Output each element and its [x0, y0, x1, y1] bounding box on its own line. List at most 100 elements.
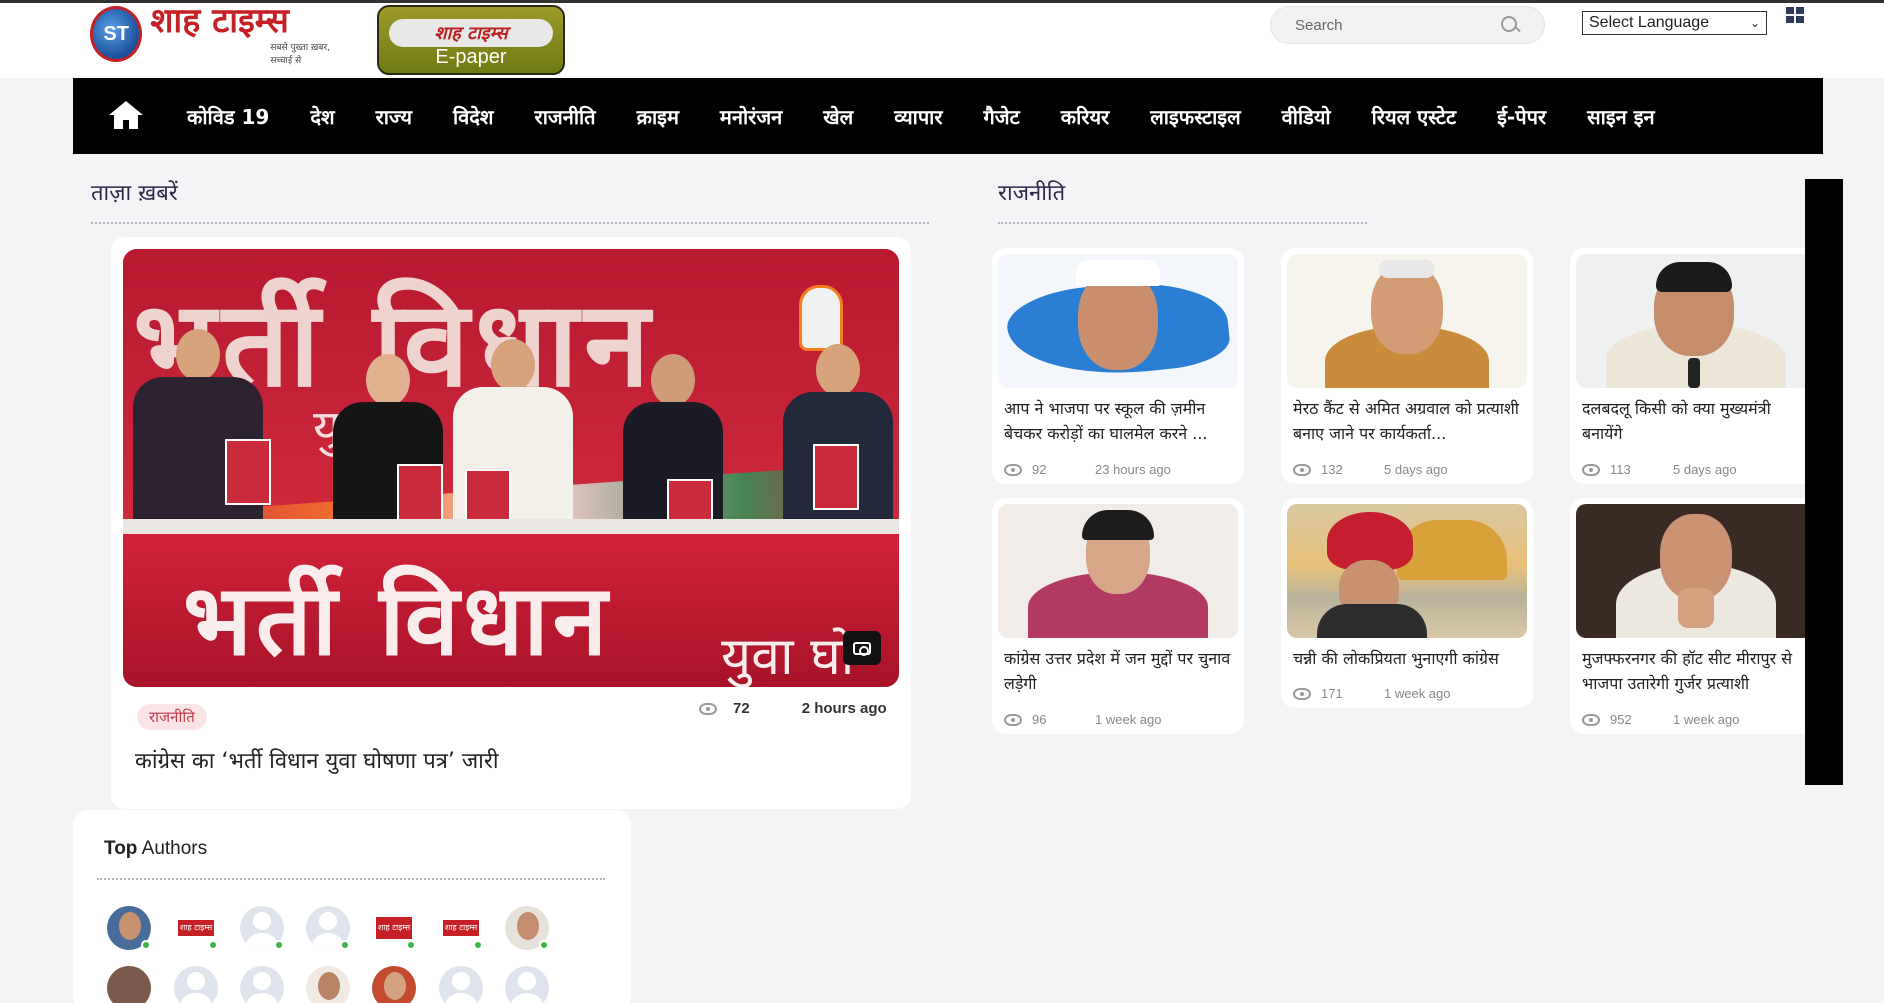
politics-card-meta: 96 1 week ago [1004, 712, 1162, 727]
politics-card[interactable]: मुजफ्फरनगर की हॉट सीट मीरापुर से भाजपा उ… [1570, 498, 1822, 734]
nav-item-entertainment[interactable]: मनोरंजन [720, 103, 782, 130]
politics-card-views: 96 [1032, 712, 1047, 727]
nav-item-world[interactable]: विदेश [453, 103, 494, 130]
politics-card-title[interactable]: आप ने भाजपा पर स्कूल की ज़मीन बेचकर करोड… [1004, 396, 1234, 446]
nav-item-covid[interactable]: कोविड 19 [187, 103, 269, 130]
nav-item-real-estate[interactable]: रियल एस्टेट [1372, 103, 1456, 130]
politics-card-meta: 132 5 days ago [1293, 462, 1448, 477]
online-status-dot [208, 940, 218, 950]
person-figure [783, 344, 893, 539]
eye-icon [1293, 463, 1311, 476]
politics-card[interactable]: मेरठ कैंट से अमित अग्रवाल को प्रत्याशी ब… [1281, 248, 1533, 484]
top-bar: ST शाह टाइम्स सबसे पुख्ता ख़बर, सच्चाई स… [0, 0, 1884, 78]
politics-card-image[interactable] [998, 254, 1238, 388]
latest-news-heading: ताज़ा ख़बरें [91, 181, 178, 206]
politics-card-image[interactable] [1576, 254, 1816, 388]
language-select[interactable]: Select Language ⌄ [1582, 11, 1767, 35]
logo-name: शाह टाइम्स [150, 1, 289, 41]
author-avatar[interactable] [372, 966, 416, 1003]
author-avatar[interactable] [505, 966, 549, 1003]
category-badge[interactable]: राजनीति [137, 704, 207, 730]
online-status-dot [141, 940, 151, 950]
logo-globe-icon: ST [90, 6, 143, 62]
search-box [1270, 6, 1545, 44]
politics-card-views: 132 [1321, 462, 1343, 477]
epaper-masthead: शाह टाइम्स [389, 19, 553, 47]
politics-card-image[interactable] [998, 504, 1238, 638]
side-black-bar [1805, 179, 1843, 785]
featured-article-title[interactable]: कांग्रेस का ‘भर्ती विधान युवा घोषणा पत्र… [135, 745, 499, 775]
gallery-button[interactable] [843, 631, 881, 665]
author-avatar[interactable] [306, 966, 350, 1003]
eye-icon [1004, 463, 1022, 476]
politics-card-title[interactable]: मुजफ्फरनगर की हॉट सीट मीरापुर से भाजपा उ… [1582, 646, 1812, 696]
politics-card-image[interactable] [1287, 504, 1527, 638]
politics-card-time: 1 week ago [1673, 712, 1740, 727]
nav-item-gadget[interactable]: गैजेट [984, 103, 1020, 130]
author-avatar[interactable] [174, 966, 218, 1003]
main-nav: कोविड 19 देश राज्य विदेश राजनीति क्राइम … [73, 78, 1823, 154]
nav-item-country[interactable]: देश [310, 103, 334, 130]
politics-card-title[interactable]: मेरठ कैंट से अमित अग्रवाल को प्रत्याशी ब… [1293, 396, 1523, 446]
politics-card-views: 92 [1032, 462, 1047, 477]
search-input[interactable] [1295, 16, 1495, 34]
politics-card[interactable]: आप ने भाजपा पर स्कूल की ज़मीन बेचकर करोड… [992, 248, 1244, 484]
author-avatar[interactable] [439, 966, 483, 1003]
person-figure [333, 354, 443, 539]
epaper-button[interactable]: शाह टाइम्स E-paper [377, 5, 565, 75]
eye-icon [1004, 713, 1022, 726]
nav-item-politics[interactable]: राजनीति [535, 103, 596, 130]
politics-card-views: 171 [1321, 686, 1343, 701]
politics-card-views: 952 [1610, 712, 1632, 727]
politics-card-time: 1 week ago [1384, 686, 1451, 701]
online-status-dot [473, 940, 483, 950]
politics-card-meta: 92 23 hours ago [1004, 462, 1171, 477]
top-authors-divider [97, 878, 605, 880]
chevron-down-icon: ⌄ [1749, 16, 1760, 30]
logo-tagline: सबसे पुख्ता ख़बर, सच्चाई से [270, 43, 330, 66]
latest-news-divider [91, 222, 929, 224]
politics-card[interactable]: कांग्रेस उत्तर प्रदेश में जन मुद्दों पर … [992, 498, 1244, 734]
home-icon[interactable] [109, 101, 143, 131]
politics-divider [998, 222, 1367, 224]
politics-card-title[interactable]: चन्नी की लोकप्रियता भुनाएगी कांग्रेस [1293, 646, 1523, 671]
politics-card-image[interactable] [1287, 254, 1527, 388]
eye-icon [699, 702, 717, 715]
nav-item-business[interactable]: व्यापार [894, 103, 942, 130]
politics-card-title[interactable]: दलबदलू किसी को क्या मुख्यमंत्री बनायेंगे [1582, 396, 1812, 446]
eye-icon [1293, 687, 1311, 700]
person-figure [133, 329, 271, 539]
apps-grid-icon[interactable] [1786, 7, 1804, 23]
top-authors-heading: Top Authors [104, 838, 208, 859]
politics-card[interactable]: चन्नी की लोकप्रियता भुनाएगी कांग्रेस 171… [1281, 498, 1533, 708]
featured-article-image[interactable]: भर्ती विधान युवा भर्ती विधान युवा घो [123, 249, 899, 687]
politics-card-time: 23 hours ago [1095, 462, 1171, 477]
site-logo[interactable]: ST शाह टाइम्स सबसे पुख्ता ख़बर, सच्चाई स… [90, 1, 348, 66]
author-avatar[interactable] [240, 966, 284, 1003]
eye-icon [1582, 713, 1600, 726]
author-avatar[interactable] [107, 966, 151, 1003]
politics-card-meta: 171 1 week ago [1293, 686, 1451, 701]
featured-article-card[interactable]: भर्ती विधान युवा भर्ती विधान युवा घो राज… [111, 237, 911, 809]
nav-item-epaper[interactable]: ई-पेपर [1497, 103, 1546, 130]
nav-item-sign-in[interactable]: साइन इन [1587, 103, 1655, 130]
featured-views: 72 [733, 700, 750, 717]
nav-item-video[interactable]: वीडियो [1282, 103, 1331, 130]
online-status-dot [539, 940, 549, 950]
nav-item-career[interactable]: करियर [1061, 103, 1110, 130]
featured-meta: 72 2 hours ago [699, 700, 887, 717]
politics-card-image[interactable] [1576, 504, 1816, 638]
nav-item-state[interactable]: राज्य [376, 103, 412, 130]
nav-item-sports[interactable]: खेल [823, 103, 853, 130]
politics-card-views: 113 [1610, 462, 1631, 477]
online-status-dot [406, 940, 416, 950]
politics-heading: राजनीति [998, 181, 1066, 206]
politics-card[interactable]: दलबदलू किसी को क्या मुख्यमंत्री बनायेंगे… [1570, 248, 1822, 484]
search-icon[interactable] [1500, 15, 1520, 35]
politics-card-time: 5 days ago [1673, 462, 1737, 477]
politics-card-title[interactable]: कांग्रेस उत्तर प्रदेश में जन मुद्दों पर … [1004, 646, 1234, 696]
hand-emblem-icon [799, 285, 843, 351]
nav-item-lifestyle[interactable]: लाइफस्टाइल [1150, 103, 1240, 130]
online-status-dot [274, 940, 284, 950]
nav-item-crime[interactable]: क्राइम [637, 103, 679, 130]
